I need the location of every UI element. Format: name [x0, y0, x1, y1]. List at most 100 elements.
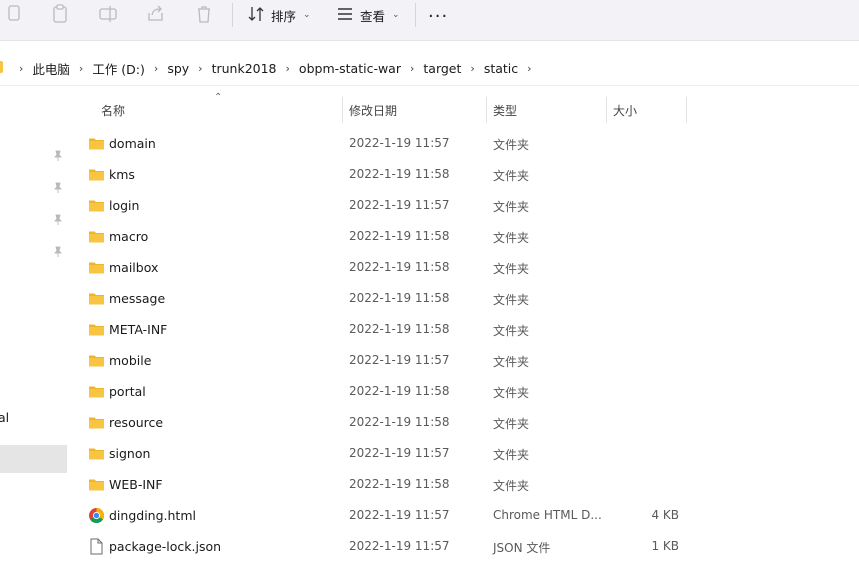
file-row[interactable]: kms 2022-1-19 11:58 文件夹	[68, 159, 859, 190]
pin-icon[interactable]	[52, 150, 64, 162]
column-divider[interactable]	[486, 97, 487, 123]
pin-icon[interactable]	[52, 246, 64, 258]
delete-icon[interactable]	[194, 3, 214, 25]
folder-icon	[88, 135, 105, 152]
rename-icon[interactable]	[98, 3, 118, 25]
command-bar: 排序 ⌄ 查看 ⌄ ···	[0, 0, 859, 41]
toolbar-separator	[232, 3, 233, 27]
sort-label: 排序	[271, 8, 297, 24]
breadcrumb-item[interactable]: obpm-static-war	[299, 61, 401, 76]
folder-icon	[0, 61, 3, 73]
column-header-date[interactable]: 修改日期	[349, 95, 397, 125]
file-row[interactable]: portal 2022-1-19 11:58 文件夹	[68, 376, 859, 407]
file-type: JSON 文件	[493, 541, 551, 555]
breadcrumb-item[interactable]: spy	[167, 61, 189, 76]
share-icon[interactable]	[146, 3, 166, 25]
file-row[interactable]: message 2022-1-19 11:58 文件夹	[68, 283, 859, 314]
file-row[interactable]: domain 2022-1-19 11:57 文件夹	[68, 128, 859, 159]
column-divider[interactable]	[606, 97, 607, 123]
chevron-right-icon[interactable]: ›	[79, 62, 83, 75]
file-date: 2022-1-19 11:58	[349, 322, 450, 336]
chevron-right-icon[interactable]: ›	[198, 62, 202, 75]
breadcrumb-item[interactable]: 工作 (D:)	[92, 59, 145, 78]
folder-icon	[88, 197, 105, 214]
file-name[interactable]: dingding.html	[109, 508, 196, 523]
file-date: 2022-1-19 11:58	[349, 415, 450, 429]
file-name[interactable]: META-INF	[109, 322, 167, 337]
breadcrumb-item[interactable]: static	[484, 61, 518, 76]
file-name[interactable]: login	[109, 198, 139, 213]
copy-icon[interactable]	[4, 3, 24, 25]
file-date: 2022-1-19 11:58	[349, 477, 450, 491]
file-row[interactable]: macro 2022-1-19 11:58 文件夹	[68, 221, 859, 252]
file-date: 2022-1-19 11:58	[349, 384, 450, 398]
file-date: 2022-1-19 11:57	[349, 508, 450, 522]
file-date: 2022-1-19 11:57	[349, 446, 450, 460]
view-button[interactable]: 查看 ⌄	[336, 3, 400, 27]
file-name[interactable]: domain	[109, 136, 156, 151]
file-row[interactable]: mailbox 2022-1-19 11:58 文件夹	[68, 252, 859, 283]
column-divider[interactable]	[342, 97, 343, 123]
file-row[interactable]: resource 2022-1-19 11:58 文件夹	[68, 407, 859, 438]
paste-icon[interactable]	[50, 3, 70, 25]
file-date: 2022-1-19 11:57	[349, 353, 450, 367]
file-row[interactable]: login 2022-1-19 11:57 文件夹	[68, 190, 859, 221]
file-date: 2022-1-19 11:58	[349, 260, 450, 274]
chevron-right-icon[interactable]: ›	[470, 62, 474, 75]
file-row[interactable]: WEB-INF 2022-1-19 11:58 文件夹	[68, 469, 859, 500]
column-header-type[interactable]: 类型	[493, 95, 517, 125]
file-name[interactable]: portal	[109, 384, 146, 399]
folder-icon	[88, 259, 105, 276]
file-name[interactable]: package-lock.json	[109, 539, 221, 554]
chevron-right-icon[interactable]: ›	[286, 62, 290, 75]
breadcrumb-item[interactable]: 此电脑	[32, 59, 70, 78]
column-header-name[interactable]: 名称	[101, 95, 125, 125]
folder-icon	[88, 166, 105, 183]
file-name[interactable]: resource	[109, 415, 163, 430]
file-row[interactable]: package-lock.json 2022-1-19 11:57 JSON 文件 1…	[68, 531, 859, 562]
file-type: 文件夹	[493, 138, 530, 152]
file-name[interactable]: macro	[109, 229, 148, 244]
chevron-right-icon[interactable]: ›	[154, 62, 158, 75]
breadcrumb-item[interactable]: target	[423, 61, 461, 76]
file-type: Chrome HTML D...	[493, 508, 602, 522]
file-type: 文件夹	[493, 355, 530, 369]
folder-icon	[88, 383, 105, 400]
chevron-right-icon[interactable]: ›	[19, 62, 23, 75]
file-name[interactable]: WEB-INF	[109, 477, 163, 492]
file-row[interactable]: META-INF 2022-1-19 11:58 文件夹	[68, 314, 859, 345]
toolbar-separator	[415, 3, 416, 27]
nav-item-label[interactable]: al	[0, 410, 9, 425]
file-type: 文件夹	[493, 417, 530, 431]
file-name[interactable]: signon	[109, 446, 150, 461]
file-type: 文件夹	[493, 293, 530, 307]
file-type: 文件夹	[493, 231, 530, 245]
file-type: 文件夹	[493, 262, 530, 276]
file-size: 1 KB	[651, 539, 679, 553]
more-options-button[interactable]: ···	[428, 6, 448, 27]
file-name[interactable]: message	[109, 291, 165, 306]
chevron-right-icon[interactable]: ›	[527, 62, 531, 75]
nav-item-selected[interactable]	[0, 445, 67, 473]
file-row[interactable]: dingding.html 2022-1-19 11:57 Chrome HTML …	[68, 500, 859, 531]
folder-icon	[88, 352, 105, 369]
breadcrumb-item[interactable]: trunk2018	[212, 61, 277, 76]
column-divider[interactable]	[686, 97, 687, 123]
chevron-down-icon: ⌄	[303, 10, 311, 20]
file-date: 2022-1-19 11:58	[349, 291, 450, 305]
file-row[interactable]: signon 2022-1-19 11:57 文件夹	[68, 438, 859, 469]
file-name[interactable]: mailbox	[109, 260, 158, 275]
folder-icon	[88, 414, 105, 431]
column-header-size[interactable]: 大小	[613, 95, 637, 125]
sort-ascending-icon: ⌃	[214, 92, 223, 103]
sort-button[interactable]: 排序 ⌄	[247, 3, 311, 27]
file-type: 文件夹	[493, 386, 530, 400]
chevron-right-icon[interactable]: ›	[410, 62, 414, 75]
address-bar[interactable]: › 此电脑 › 工作 (D:) › spy › trunk2018 › obpm…	[0, 50, 859, 86]
folder-icon	[88, 228, 105, 245]
file-name[interactable]: kms	[109, 167, 135, 182]
pin-icon[interactable]	[52, 182, 64, 194]
file-row[interactable]: mobile 2022-1-19 11:57 文件夹	[68, 345, 859, 376]
pin-icon[interactable]	[52, 214, 64, 226]
file-name[interactable]: mobile	[109, 353, 151, 368]
